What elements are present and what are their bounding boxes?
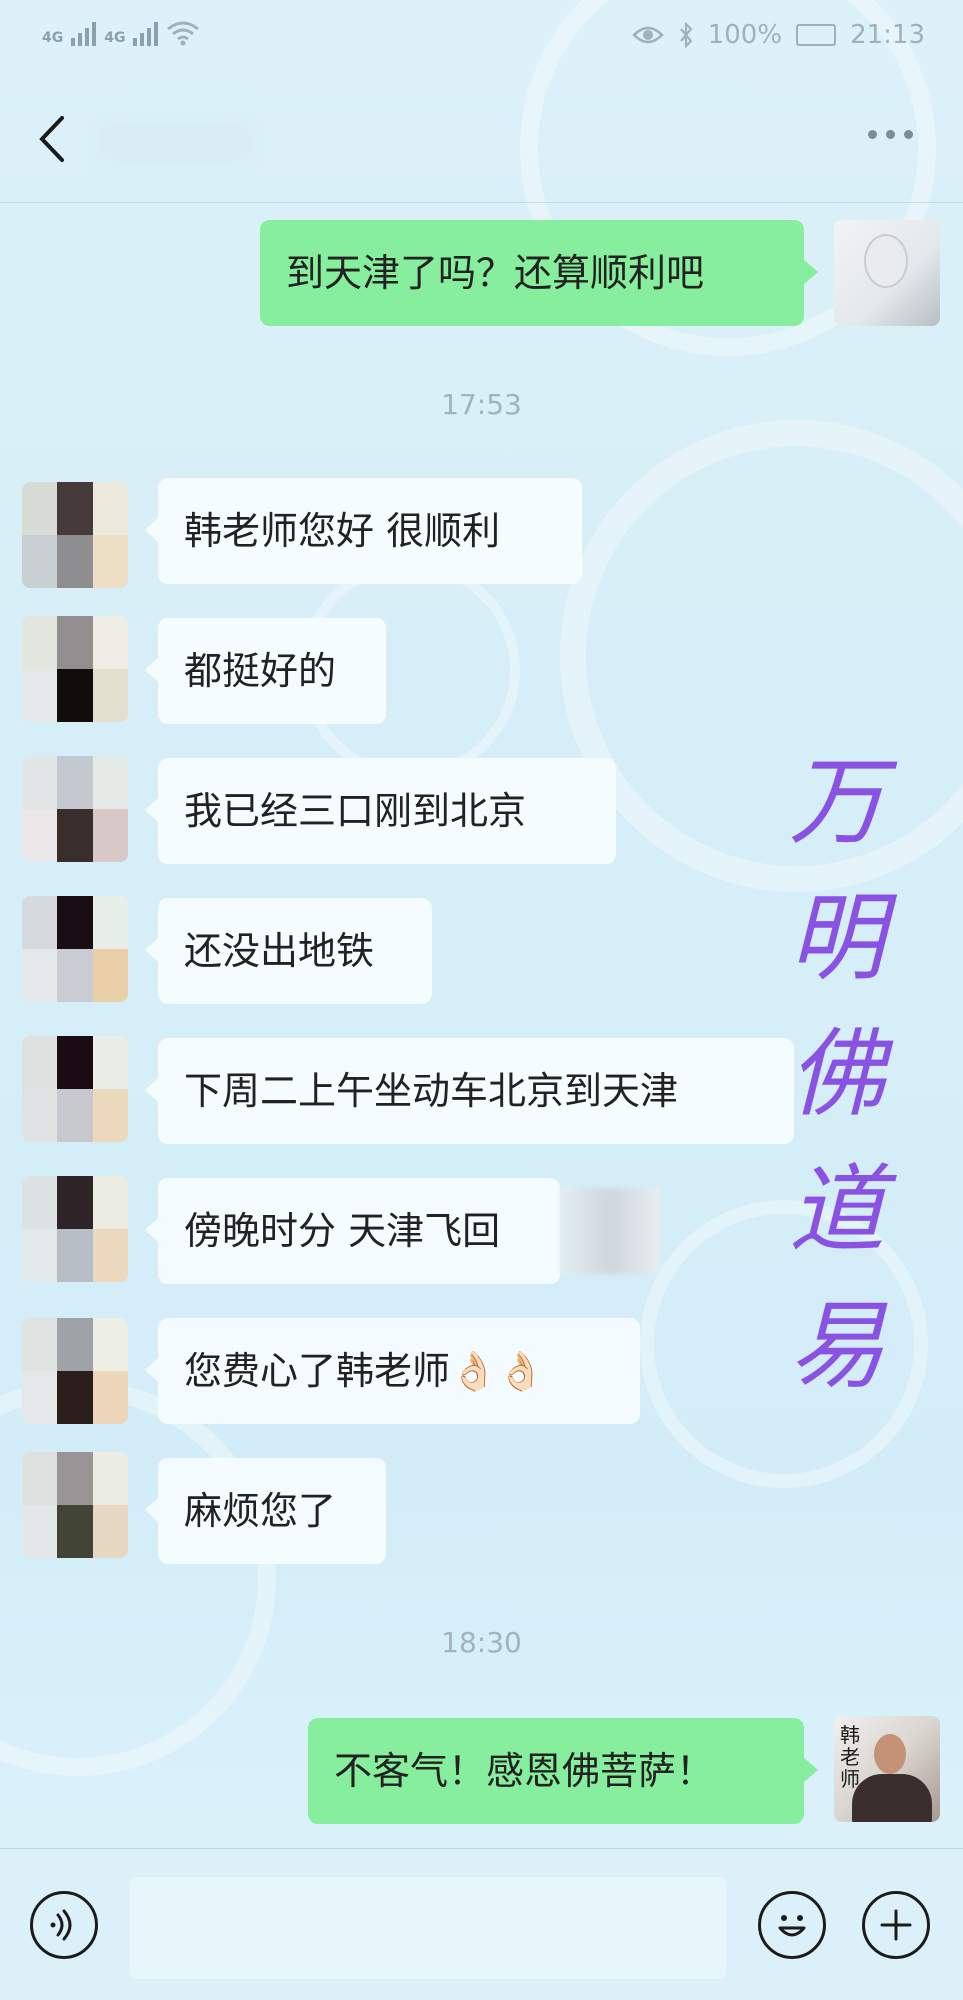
avatar-body <box>852 1774 932 1822</box>
bluetooth-icon <box>679 22 693 48</box>
outgoing-message[interactable]: 到天津了吗？还算顺利吧 <box>260 220 818 326</box>
contact-avatar[interactable] <box>22 1452 128 1558</box>
incoming-message[interactable]: 您费心了韩老师👌🏻👌🏻 <box>145 1318 640 1424</box>
signal-icon <box>71 18 97 46</box>
network-label-2: 4G <box>104 30 126 46</box>
message-text: 傍晚时分 天津飞回 <box>184 1209 501 1253</box>
watermark-char: 佛 <box>789 1018 885 1130</box>
incoming-message[interactable]: 都挺好的 <box>145 618 386 724</box>
redacted-patch <box>560 1188 660 1274</box>
watermark-char: 道 <box>789 1154 885 1266</box>
outgoing-message[interactable]: 不客气！感恩佛菩萨！ <box>308 1718 818 1824</box>
watermark-char: 万 <box>789 746 885 858</box>
message-text: 麻烦您了 <box>184 1489 337 1533</box>
chat-header <box>0 74 963 203</box>
watermark-char: 易 <box>789 1290 885 1402</box>
battery-percent: 100% <box>707 20 783 50</box>
chat-screen: 4G 4G 100% 21:13 到天津了吗？还算顺利吧 17:53 韩老师您好… <box>0 0 963 2000</box>
eye-icon <box>631 26 664 44</box>
emoji-button[interactable] <box>758 1891 826 1959</box>
contact-avatar[interactable] <box>22 616 128 722</box>
background-swirl <box>560 420 963 892</box>
status-signals: 4G 4G <box>42 18 200 46</box>
timestamp: 17:53 <box>441 388 522 421</box>
my-avatar[interactable] <box>834 220 940 326</box>
contact-avatar[interactable] <box>22 1318 128 1424</box>
more-button[interactable] <box>868 130 913 139</box>
watermark-text: 万 明 佛 道 易 <box>782 734 892 1414</box>
wifi-icon <box>167 21 200 46</box>
incoming-message[interactable]: 还没出地铁 <box>145 898 432 1004</box>
background-swirl <box>0 1380 276 1776</box>
contact-avatar[interactable] <box>22 756 128 862</box>
contact-avatar[interactable] <box>22 1036 128 1142</box>
message-text: 您费心了韩老师👌🏻👌🏻 <box>184 1349 545 1393</box>
status-bar: 4G 4G 100% 21:13 <box>0 0 963 74</box>
plus-button[interactable] <box>862 1891 930 1959</box>
emoji-icon <box>778 1915 806 1937</box>
status-right: 100% 21:13 <box>631 20 925 50</box>
back-button[interactable] <box>34 114 74 164</box>
clock: 21:13 <box>850 20 925 50</box>
input-bar <box>0 1848 963 2000</box>
contact-avatar[interactable] <box>22 482 128 588</box>
watermark-char: 明 <box>789 882 885 994</box>
network-label-1: 4G <box>42 30 64 46</box>
incoming-message[interactable]: 韩老师您好 很顺利 <box>145 478 582 584</box>
chevron-left-icon <box>39 116 64 162</box>
ellipsis-icon <box>886 130 895 139</box>
message-input[interactable] <box>130 1877 726 1979</box>
ellipsis-icon <box>904 130 913 139</box>
voice-icon <box>50 1909 72 1941</box>
avatar-face <box>874 1734 906 1774</box>
timestamp: 18:30 <box>441 1626 522 1659</box>
incoming-message[interactable]: 我已经三口刚到北京 <box>145 758 616 864</box>
incoming-message[interactable]: 麻烦您了 <box>145 1458 386 1564</box>
my-avatar[interactable]: 韩老师 <box>834 1716 940 1822</box>
incoming-message[interactable]: 傍晚时分 天津飞回 <box>145 1178 560 1284</box>
message-text: 都挺好的 <box>184 649 337 693</box>
incoming-message[interactable]: 下周二上午坐动车北京到天津 <box>145 1038 794 1144</box>
message-text: 韩老师您好 很顺利 <box>184 509 501 553</box>
message-text: 到天津了吗？还算顺利吧 <box>286 251 705 295</box>
battery-icon <box>796 24 837 46</box>
voice-button[interactable] <box>30 1891 98 1959</box>
signal-icon <box>133 18 159 46</box>
message-text: 不客气！感恩佛菩萨！ <box>334 1749 715 1793</box>
plus-icon <box>880 1909 912 1941</box>
message-text: 还没出地铁 <box>184 929 375 973</box>
contact-name-redacted <box>100 122 250 162</box>
message-text: 我已经三口刚到北京 <box>184 789 527 833</box>
ellipsis-icon <box>868 130 877 139</box>
message-text: 下周二上午坐动车北京到天津 <box>184 1069 679 1113</box>
contact-avatar[interactable] <box>22 1176 128 1282</box>
contact-avatar[interactable] <box>22 896 128 1002</box>
